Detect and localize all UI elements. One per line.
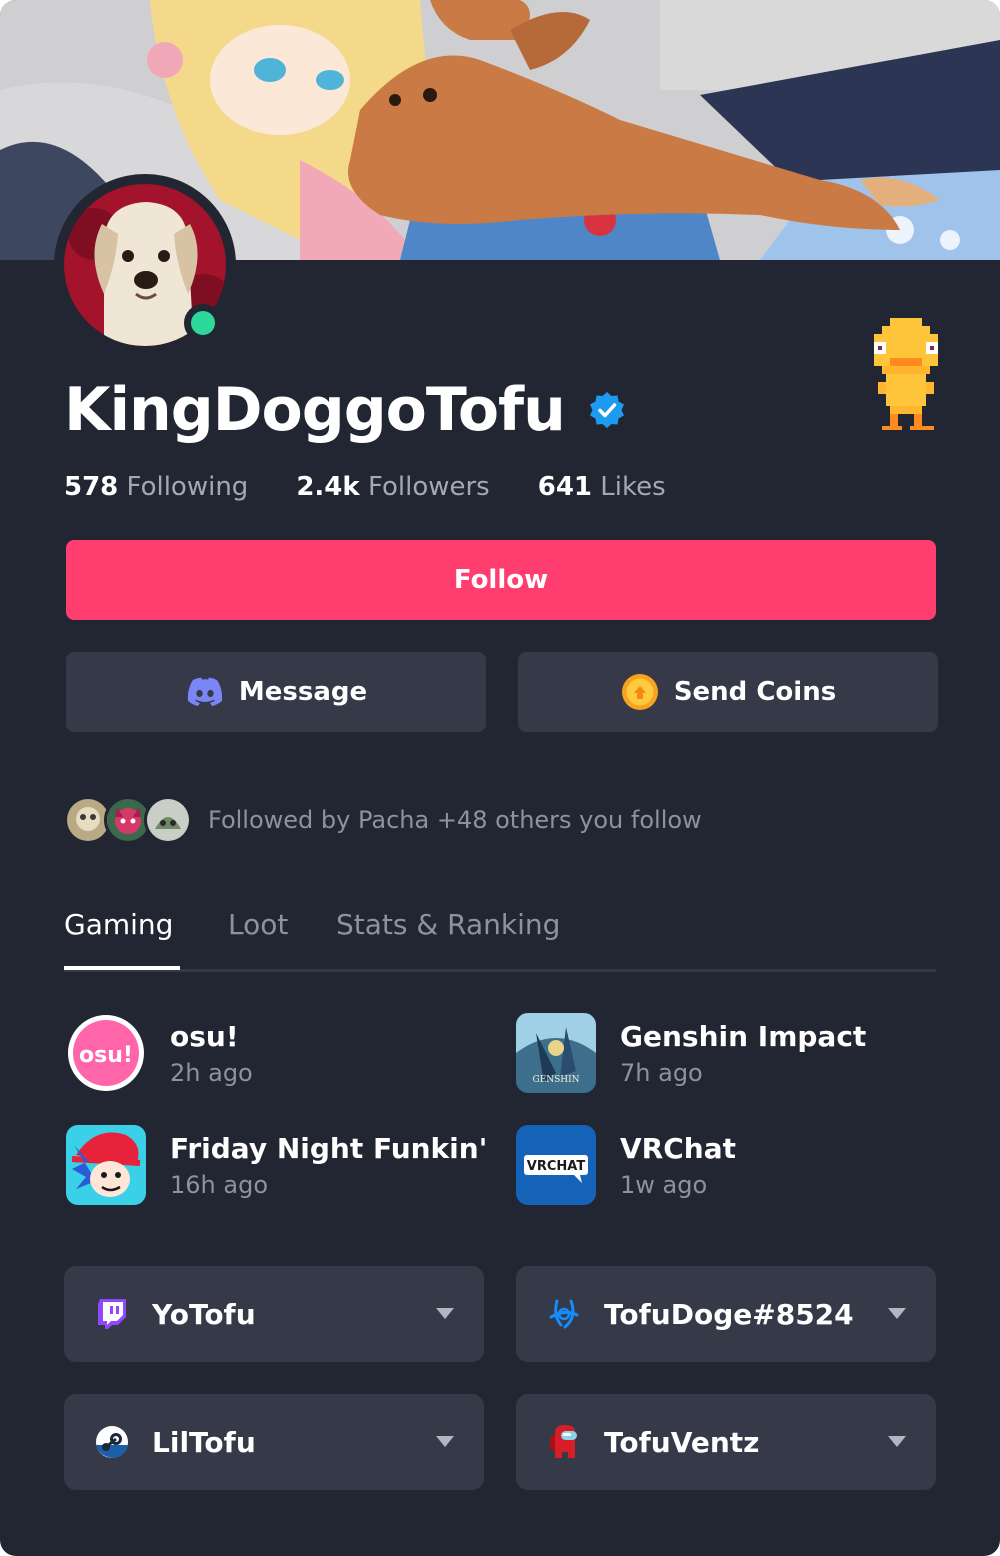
stat-following[interactable]: 578 Following [64,472,248,502]
profile-tabs: Gaming Loot Stats & Ranking [64,908,936,972]
stat-likes-count: 641 [537,472,593,502]
account-dropdown-battlenet[interactable]: TofuDoge#8524 [516,1266,936,1362]
battlenet-icon [546,1296,582,1332]
chevron-down-icon[interactable] [888,1436,906,1447]
twitch-icon [94,1296,130,1332]
game-item-friday-night-funkin[interactable]: Friday Night Funkin' 16h ago [66,1124,488,1206]
profile-stats: 578 Following 2.4k Followers 641 Likes [64,472,714,502]
stat-followers-label: Followers [367,472,490,502]
game-item-osu[interactable]: osu! osu! 2h ago [66,1012,486,1094]
stat-followers-count: 2.4k [296,472,360,502]
game-item-vrchat[interactable]: VRCHAT VRChat 1w ago [516,1124,936,1206]
avatar[interactable] [54,174,236,356]
stat-likes-label: Likes [600,472,666,502]
stat-followers[interactable]: 2.4k Followers [296,472,489,502]
stat-likes[interactable]: 641 Likes [538,472,666,502]
follow-button[interactable]: Follow [66,540,936,620]
account-dropdown-among-us[interactable]: TofuVentz [516,1394,936,1490]
vrchat-icon: VRCHAT [516,1125,596,1205]
username: KingDoggoTofu [64,375,566,445]
coin-icon [620,672,660,712]
account-dropdown-twitch[interactable]: YoTofu [64,1266,484,1362]
svg-text:osu!: osu! [79,1043,133,1068]
game-name: osu! [170,1019,239,1053]
chevron-down-icon[interactable] [436,1436,454,1447]
account-name: LilTofu [152,1425,256,1459]
tab-stats-ranking[interactable]: Stats & Ranking [336,908,560,941]
message-label: Message [238,677,368,707]
message-button[interactable]: Message [66,652,486,732]
game-name: Genshin Impact [620,1019,867,1053]
game-last-played: 1w ago [620,1170,708,1199]
account-name: YoTofu [152,1297,256,1331]
friday-night-funkin-icon [66,1125,146,1205]
genshin-impact-icon: GENSHIN [516,1013,596,1093]
discord-icon [185,672,225,712]
svg-text:VRCHAT: VRCHAT [527,1159,586,1174]
profile-card: KingDoggoTofu 578 Following 2.4k Followe… [0,0,1000,1556]
game-last-played: 16h ago [170,1170,269,1199]
account-dropdown-steam[interactable]: LilTofu [64,1394,484,1490]
game-name: VRChat [620,1131,736,1165]
mutual-avatar [144,796,192,844]
online-status-indicator [184,304,222,342]
chevron-down-icon[interactable] [888,1308,906,1319]
among-us-icon [546,1424,582,1460]
game-last-played: 2h ago [170,1058,253,1087]
stat-following-count: 578 [64,472,119,502]
game-name: Friday Night Funkin' [170,1131,488,1165]
send-coins-label: Send Coins [673,677,837,707]
followed-by[interactable]: Followed by Pacha +48 others you follow [64,794,702,846]
steam-icon [94,1424,130,1460]
pixel-duck-badge [866,318,946,434]
osu-icon: osu! [66,1013,146,1093]
game-item-genshin-impact[interactable]: GENSHIN Genshin Impact 7h ago [516,1012,936,1094]
stat-following-label: Following [126,472,249,502]
tab-loot[interactable]: Loot [228,908,288,941]
username-row: KingDoggoTofu [64,372,627,448]
active-tab-indicator [64,966,180,970]
account-name: TofuDoge#8524 [604,1297,854,1331]
send-coins-button[interactable]: Send Coins [518,652,938,732]
tab-gaming[interactable]: Gaming [64,908,173,941]
chevron-down-icon[interactable] [436,1308,454,1319]
account-name: TofuVentz [604,1425,760,1459]
verified-badge-icon [587,390,627,430]
game-last-played: 7h ago [620,1058,703,1087]
followed-by-text: Followed by Pacha +48 others you follow [208,806,702,834]
svg-text:GENSHIN: GENSHIN [532,1075,579,1085]
